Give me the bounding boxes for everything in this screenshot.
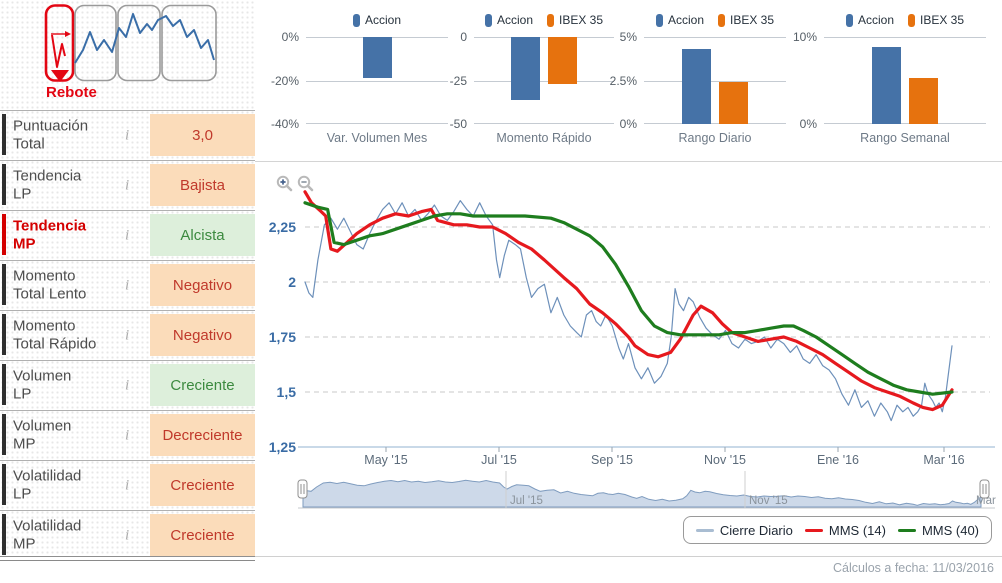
- bottom-divider-left: [0, 556, 255, 557]
- y-axis-label: 2,25: [269, 219, 296, 235]
- legend-label: Cierre Diario: [719, 522, 793, 538]
- y-axis-label: 1,5: [277, 384, 297, 400]
- x-axis-label: Ene '16: [817, 453, 859, 467]
- x-axis-label: Nov '15: [704, 453, 746, 467]
- x-axis-label: Sep '15: [591, 453, 633, 467]
- x-axis-label: May '15: [364, 453, 407, 467]
- legend-item[interactable]: Cierre Diario: [695, 522, 793, 538]
- series-mms-40-: [303, 201, 954, 396]
- navigator-handle-left[interactable]: [297, 479, 308, 499]
- x-axis-label: Jul '15: [481, 453, 517, 467]
- chart-legend: Cierre Diario MMS (14) MMS (40): [682, 516, 992, 544]
- legend-swatch: [695, 528, 714, 532]
- series-cierre-diario: [304, 200, 953, 422]
- legend-swatch: [804, 528, 823, 532]
- stock-analysis-dashboard: Rebote Puntuación Total i 3,0 Tendencia LP i Ba…: [0, 0, 1002, 583]
- legend-swatch: [897, 528, 916, 532]
- navigator-label: Jul '15: [510, 495, 543, 507]
- legend-item[interactable]: MMS (40): [897, 522, 979, 538]
- calc-date-status: Cálculos a fecha: 11/03/2016: [833, 561, 994, 575]
- main-chart-svg: 2,25 2 1,75 1,5 1,25 May '15 Jul '15 Sep '15 Nov…: [269, 190, 996, 509]
- series-mms-14-: [303, 190, 954, 412]
- y-axis-label: 2: [288, 274, 296, 290]
- legend-item[interactable]: MMS (14): [804, 522, 886, 538]
- legend-label: MMS (14): [828, 522, 886, 538]
- navigator-label: Nov '15: [749, 495, 788, 507]
- y-axis-label: 1,25: [269, 439, 296, 455]
- bottom-divider-right: [255, 556, 1002, 557]
- navigator-handle-right[interactable]: [979, 479, 990, 499]
- legend-label: MMS (40): [921, 522, 979, 538]
- x-axis-label: Mar '16: [923, 453, 964, 467]
- navigator-area[interactable]: [302, 479, 982, 508]
- y-axis-label: 1,75: [269, 329, 296, 345]
